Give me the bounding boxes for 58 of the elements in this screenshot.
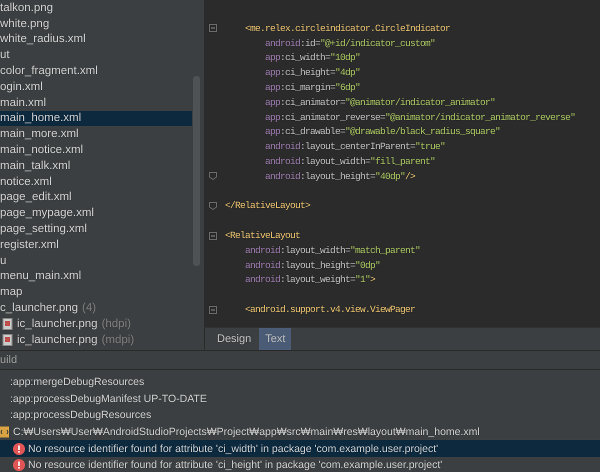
- file-tree-item[interactable]: ic_launcher.png (mdpi): [0, 332, 192, 348]
- image-file-icon: [2, 334, 13, 346]
- code-line: android:layout_width="match_parent": [244, 244, 420, 256]
- code-line: app:ci_animator="@animator/indicator_animator": [264, 96, 496, 108]
- file-tree-item[interactable]: map: [0, 284, 192, 300]
- build-message[interactable]: C:₩Users₩User₩AndroidStudioProjects₩Project₩app₩src₩main₩res₩layout₩main_home.xml: [0, 424, 600, 440]
- code-line: app:ci_width="10dp": [264, 52, 360, 64]
- fold-icon[interactable]: [209, 306, 217, 314]
- scrollbar-thumb[interactable]: [193, 76, 200, 266]
- build-message[interactable]: No resource identifier found for attribute 'ci_height' in package 'com.example.user.project': [0, 456, 600, 472]
- file-tree-item[interactable]: main.xml: [0, 94, 192, 111]
- code-line: android:layout_centerInParent="true": [264, 141, 446, 152]
- code-line: android:layout_height="0dp": [244, 260, 380, 271]
- fold-icon[interactable]: [209, 232, 217, 240]
- code-line: <me.relex.circleindicator.CircleIndicator: [244, 22, 450, 34]
- file-tree-item[interactable]: notice.xml: [0, 174, 192, 190]
- code-line: <RelativeLayout: [224, 230, 300, 242]
- file-tree-item[interactable]: c_launcher.png (4): [0, 300, 192, 316]
- image-file-icon: [2, 318, 13, 330]
- file-tree-item[interactable]: color_fragment.xml: [0, 63, 192, 79]
- file-tree-item[interactable]: page_mypage.xml: [0, 205, 192, 222]
- code-line: android:layout_weight="1">: [244, 274, 376, 286]
- fold-end-icon[interactable]: [209, 172, 217, 180]
- editor-tab[interactable]: Text: [259, 328, 292, 350]
- editor-tab[interactable]: Design: [211, 328, 258, 350]
- fold-icon[interactable]: [209, 24, 217, 32]
- file-tree-item[interactable]: main_home.xml: [0, 110, 192, 126]
- file-tree-item[interactable]: u: [0, 252, 192, 269]
- code-line: </RelativeLayout>: [224, 200, 310, 212]
- file-tree-item[interactable]: ogin.xml: [0, 78, 192, 95]
- file-tree-item[interactable]: page_edit.xml: [0, 190, 192, 206]
- file-tree-item[interactable]: page_setting.xml: [0, 221, 192, 237]
- code-line: app:ci_drawable="@drawable/black_radius_square": [264, 126, 500, 138]
- code-line: app:ci_animator_reverse="@animator/indicator_animator_reverse": [264, 112, 576, 123]
- build-message[interactable]: :app:processDebugResources: [0, 407, 600, 424]
- file-tree-item[interactable]: register.xml: [0, 236, 192, 253]
- code-line: app:ci_height="4dp": [264, 67, 360, 78]
- file-tree-item[interactable]: white_radius.xml: [0, 32, 192, 48]
- file-tree-item[interactable]: main_talk.xml: [0, 158, 192, 174]
- code-line: android:layout_width="fill_parent": [264, 156, 436, 168]
- build-message[interactable]: :app:processDebugManifest UP-TO-DATE: [0, 390, 600, 408]
- file-tree-item[interactable]: white.png: [0, 16, 192, 32]
- file-tree-item[interactable]: menu_main.xml: [0, 268, 192, 284]
- file-tree-item[interactable]: talkon.png: [0, 0, 192, 16]
- file-tree-item[interactable]: main_more.xml: [0, 126, 192, 142]
- file-tree-item[interactable]: ic_launcher.png (hdpi): [0, 316, 192, 332]
- code-line: android:layout_height="40dp"/>: [264, 170, 416, 182]
- file-tree-item[interactable]: ut: [0, 47, 192, 64]
- panel-title: uild: [0, 354, 18, 366]
- code-line: android:id="@+id/indicator_custom": [264, 38, 436, 49]
- error-icon: [13, 442, 25, 455]
- error-icon: [13, 459, 25, 472]
- build-message[interactable]: :app:mergeDebugResources: [0, 374, 600, 391]
- fold-end-icon[interactable]: [209, 202, 217, 210]
- code-line: <android.support.v4.view.ViewPager: [244, 304, 416, 316]
- file-tree-item[interactable]: main_notice.xml: [0, 142, 192, 158]
- build-message[interactable]: No resource identifier found for attribute 'ci_width' in package 'com.example.user.project': [0, 440, 600, 457]
- code-line: app:ci_margin="6dp": [264, 82, 360, 94]
